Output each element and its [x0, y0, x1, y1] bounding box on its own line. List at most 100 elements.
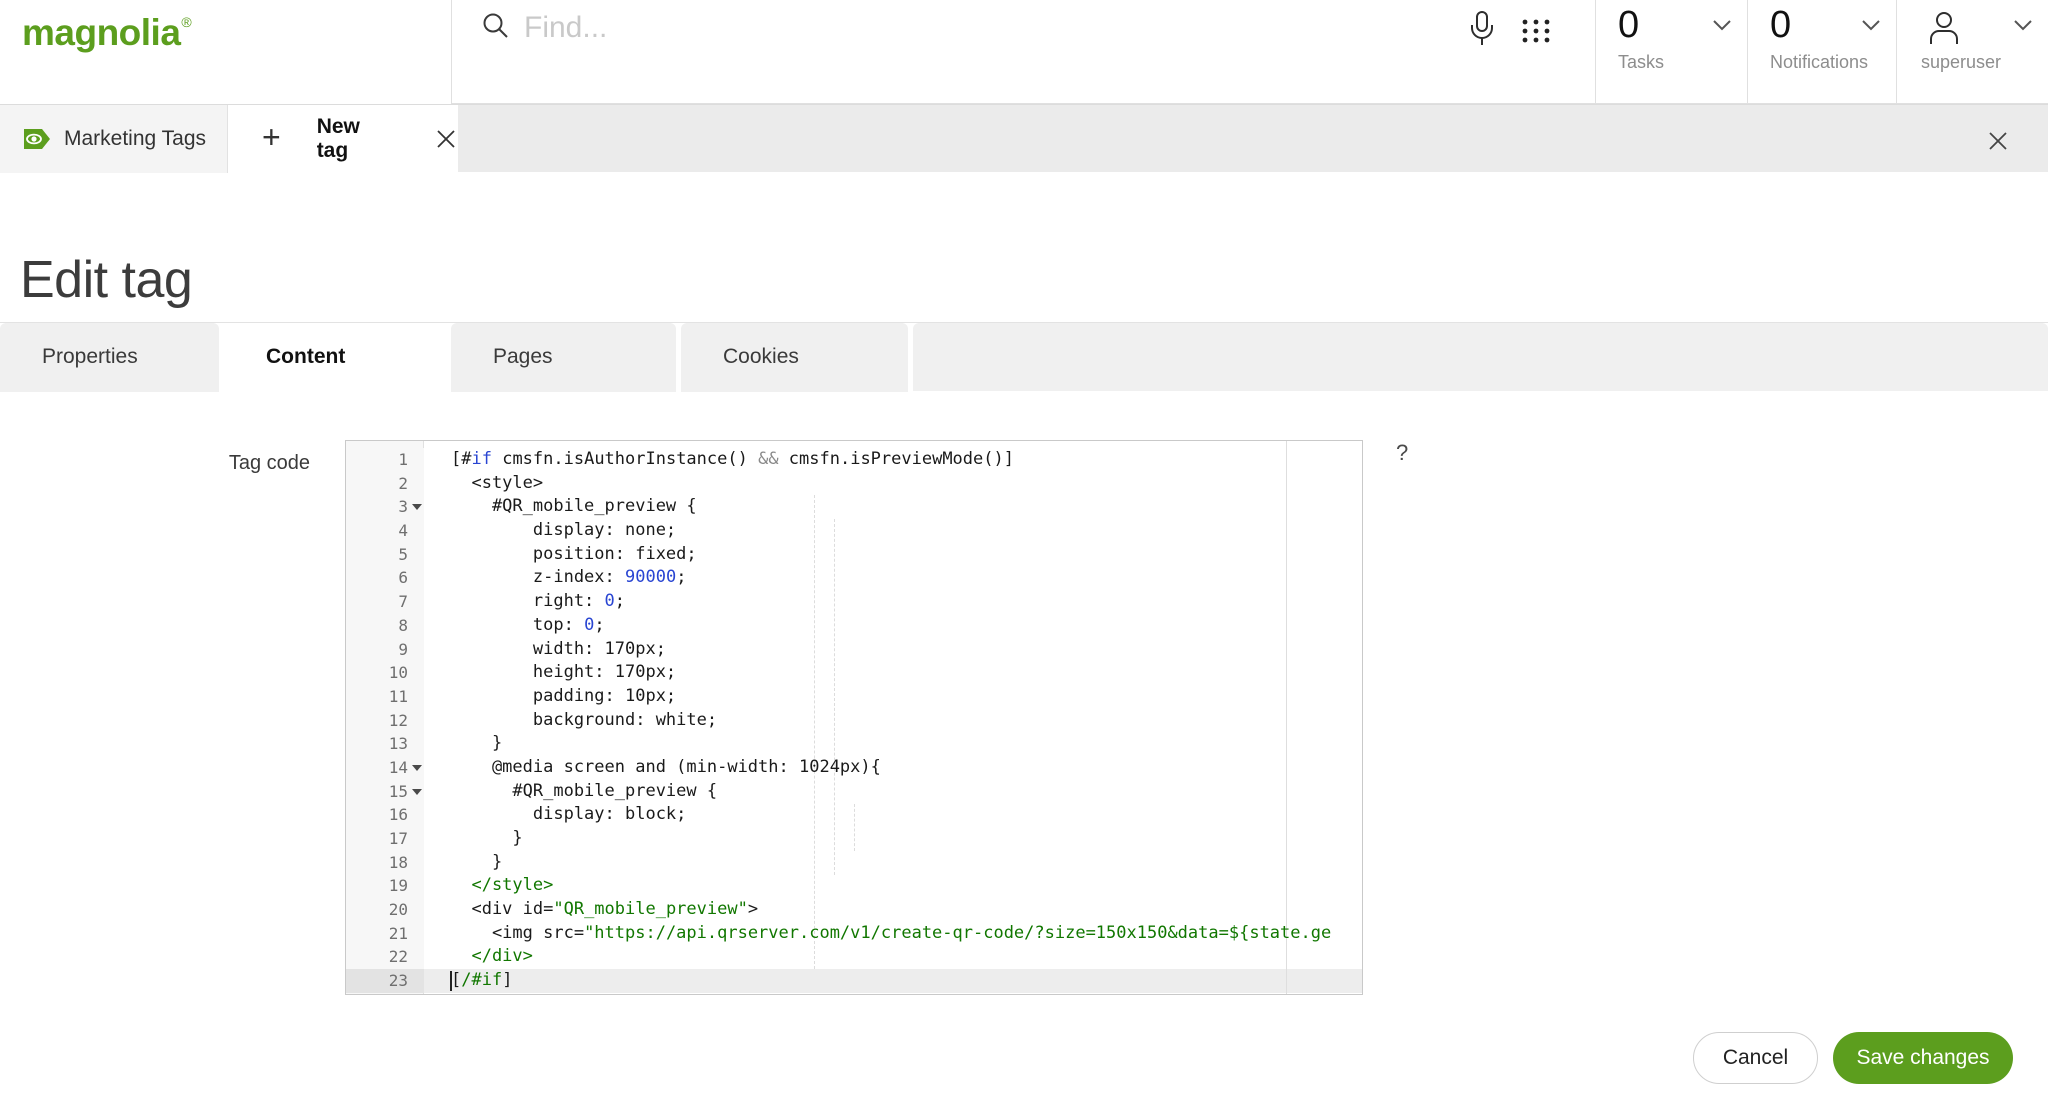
code-line-text: display: none;	[451, 520, 677, 541]
chevron-down-icon[interactable]	[1860, 18, 1882, 32]
global-search-bar	[451, 0, 1595, 104]
code-line-text: position: fixed;	[451, 543, 697, 564]
editor-line-3[interactable]: 3 #QR_mobile_preview {	[346, 495, 1362, 520]
code-line-text: </style>	[451, 875, 554, 896]
editor-line-19[interactable]: 19 </style>	[346, 874, 1362, 899]
code-editor-lines: 1 [#if cmsfn.isAuthorInstance() && cmsfn.…	[346, 441, 1362, 993]
editor-line-5[interactable]: 5 position: fixed;	[346, 542, 1362, 567]
line-number: 19	[346, 874, 424, 899]
editor-line-21[interactable]: 21 <img src="https://api.qrserver.com/v1…	[346, 921, 1362, 946]
line-number: 14	[346, 755, 424, 780]
editor-line-9[interactable]: 9 width: 170px;	[346, 637, 1362, 662]
line-number: 2	[346, 471, 424, 496]
editor-line-13[interactable]: 13 }	[346, 732, 1362, 756]
notifications-section[interactable]: 0 Notifications	[1747, 0, 1896, 104]
help-icon[interactable]: ?	[1396, 440, 1408, 466]
editor-line-1[interactable]: 1 [#if cmsfn.isAuthorInstance() && cmsfn.…	[346, 448, 1362, 472]
code-editor[interactable]: 1 [#if cmsfn.isAuthorInstance() && cmsfn.…	[345, 440, 1363, 995]
code-line-text: [#if cmsfn.isAuthorInstance() && cmsfn.i…	[451, 449, 1014, 469]
user-label: superuser	[1921, 52, 2002, 72]
brand-text: magnolia	[22, 12, 181, 53]
save-changes-button[interactable]: Save changes	[1833, 1032, 2013, 1084]
editor-line-20[interactable]: 20 <div id="QR_mobile_preview">	[346, 898, 1362, 922]
plus-icon: +	[262, 119, 281, 155]
tasks-section[interactable]: 0 Tasks	[1595, 0, 1747, 104]
notifications-count: 0	[1770, 4, 1792, 46]
line-number: 17	[346, 827, 424, 851]
code-line-text: #QR_mobile_preview {	[451, 780, 718, 801]
tab-pages[interactable]: Pages	[451, 323, 676, 392]
editor-line-6[interactable]: 6 z-index: 90000;	[346, 566, 1362, 591]
editor-line-18[interactable]: 18 }	[346, 850, 1362, 875]
chevron-down-icon[interactable]	[2012, 18, 2034, 32]
app-launcher-grid-icon[interactable]	[1519, 14, 1553, 48]
code-line-text: <div id="QR_mobile_preview">	[451, 899, 759, 920]
code-line-text: }	[451, 733, 503, 754]
top-bar: magnolia® 0 Tasks	[0, 0, 2048, 104]
line-number: 16	[346, 803, 424, 827]
tag-code-label: Tag code	[228, 452, 310, 474]
editor-line-16[interactable]: 16 display: block;	[346, 803, 1362, 827]
fold-arrow-icon[interactable]	[412, 788, 422, 795]
code-line-text: #QR_mobile_preview {	[451, 496, 697, 517]
dialog-tab-bar: Properties Content Pages Cookies	[0, 322, 2048, 392]
tasks-label: Tasks	[1618, 52, 1665, 72]
tasks-count: 0	[1618, 4, 1640, 46]
editor-line-23[interactable]: 23 [/#if]	[346, 969, 1362, 993]
user-icon	[1923, 8, 1965, 50]
line-number: 15	[346, 779, 424, 804]
chevron-down-icon[interactable]	[1711, 18, 1733, 32]
code-line-text: [/#if]	[451, 970, 513, 991]
notifications-label: Notifications	[1770, 52, 1869, 72]
editor-line-12[interactable]: 12 background: white;	[346, 708, 1362, 733]
fold-arrow-icon[interactable]	[412, 504, 422, 511]
code-line-text: display: block;	[451, 804, 687, 825]
fold-arrow-icon[interactable]	[412, 764, 422, 771]
code-line-text: background: white;	[451, 709, 718, 730]
editor-line-14[interactable]: 14 @media screen and (min-width: 1024px)…	[346, 755, 1362, 780]
tab-content[interactable]: Content	[224, 323, 446, 392]
editor-line-17[interactable]: 17 }	[346, 827, 1362, 851]
line-number: 10	[346, 661, 424, 685]
editor-line-8[interactable]: 8 top: 0;	[346, 613, 1362, 638]
tab-cookies[interactable]: Cookies	[681, 323, 908, 392]
cancel-button[interactable]: Cancel	[1693, 1032, 1818, 1084]
search-input[interactable]	[524, 6, 1224, 50]
tab-properties[interactable]: Properties	[0, 323, 219, 392]
line-number: 11	[346, 684, 424, 709]
editor-line-2[interactable]: 2 <style>	[346, 471, 1362, 496]
tab-marketing-tags[interactable]: Marketing Tags	[0, 105, 228, 173]
line-number: 18	[346, 850, 424, 875]
microphone-icon[interactable]	[1467, 10, 1497, 52]
code-line-text: top: 0;	[451, 614, 605, 635]
line-number: 20	[346, 898, 424, 922]
marketing-tag-icon	[22, 126, 52, 152]
dialog-actions: Cancel Save changes	[1693, 1032, 2013, 1084]
code-line-text: z-index: 90000;	[451, 567, 687, 588]
tab-new-tag[interactable]: + New tag	[228, 105, 458, 173]
page-title: Edit tag	[20, 251, 193, 309]
editor-line-7[interactable]: 7 right: 0;	[346, 590, 1362, 614]
editor-line-22[interactable]: 22 </div>	[346, 945, 1362, 970]
close-subapp-icon[interactable]	[1986, 129, 2010, 153]
line-number: 4	[346, 519, 424, 543]
magnolia-logo: magnolia®	[22, 12, 192, 54]
registered-mark: ®	[181, 14, 192, 30]
user-section[interactable]: superuser	[1896, 0, 2048, 104]
line-number: 23	[346, 969, 424, 993]
editor-line-4[interactable]: 4 display: none;	[346, 519, 1362, 543]
line-number: 21	[346, 921, 424, 946]
editor-line-15[interactable]: 15 #QR_mobile_preview {	[346, 779, 1362, 804]
line-number: 6	[346, 566, 424, 591]
code-line-text: }	[451, 851, 503, 872]
close-tab-icon[interactable]	[434, 127, 458, 151]
editor-line-11[interactable]: 11 padding: 10px;	[346, 684, 1362, 709]
code-line-text: }	[451, 828, 523, 848]
code-line-text: width: 170px;	[451, 638, 666, 659]
editor-line-10[interactable]: 10 height: 170px;	[346, 661, 1362, 685]
line-number: 8	[346, 613, 424, 638]
line-number: 7	[346, 590, 424, 614]
code-line-text: right: 0;	[451, 591, 626, 612]
tab-label: New tag	[316, 115, 360, 162]
magnolia-app-window: magnolia® 0 Tasks	[0, 0, 2048, 1111]
